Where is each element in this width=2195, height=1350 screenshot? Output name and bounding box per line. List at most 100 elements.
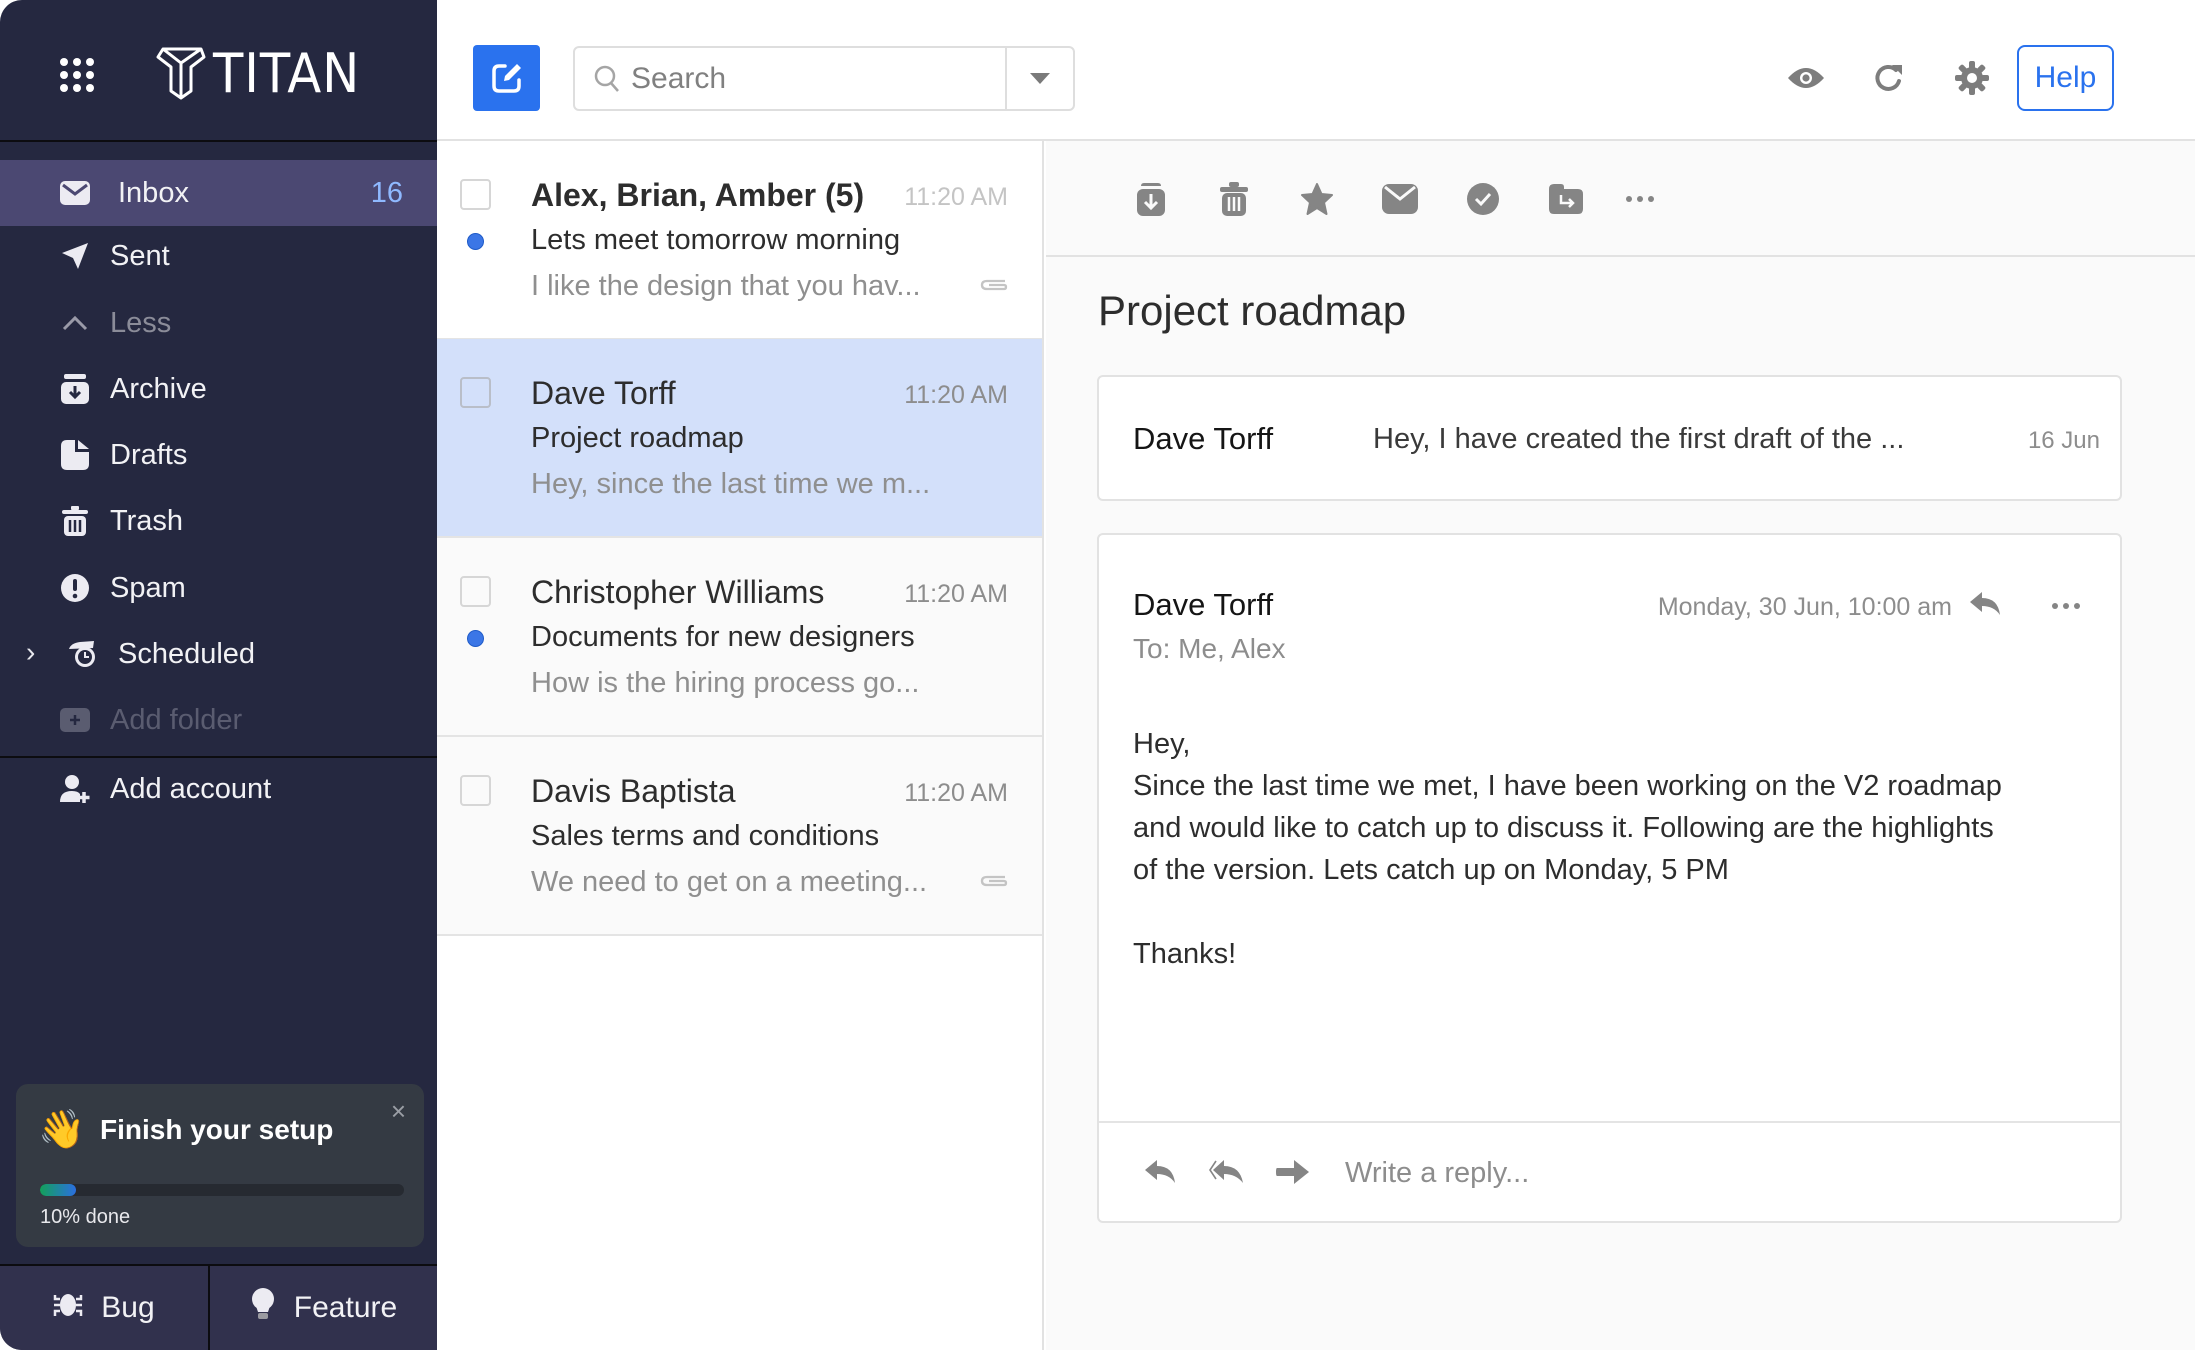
body-line: and would like to catch up to discuss it… [1133,812,1994,844]
message-preview: How is the hiring process go... [531,667,920,699]
body-signoff: Thanks! [1133,938,1237,970]
unread-dot-icon [467,630,484,647]
mark-done-button[interactable] [1463,179,1503,219]
app-grid-icon[interactable] [60,58,94,92]
setup-title: Finish your setup [100,1114,334,1145]
message-subject: Sales terms and conditions [531,820,880,852]
delete-button[interactable] [1214,179,1254,219]
add-folder-icon [60,705,90,735]
feature-label: Feature [293,1291,398,1324]
message-list-item[interactable]: Dave Torff 11:20 AM Project roadmap Hey,… [437,339,1042,538]
lightbulb-icon [250,1287,276,1329]
forward-icon[interactable] [1275,1157,1311,1187]
reply-icon[interactable] [1143,1157,1179,1187]
bug-icon [53,1289,83,1327]
paperclip-icon [980,873,1008,892]
titan-logo: TITAN [155,41,373,105]
select-checkbox[interactable] [460,576,491,607]
sidebar-item-label: Archive [110,372,207,405]
sidebar-item-label: Add folder [110,703,243,736]
message-list-item[interactable]: Alex, Brian, Amber (5) 11:20 AM Lets mee… [437,141,1042,340]
paperclip-icon [980,277,1008,296]
move-to-folder-button[interactable] [1546,179,1586,219]
sidebar-item-inbox[interactable]: Inbox 16 [0,160,437,226]
gear-icon [1955,61,1989,95]
sidebar-item-sent[interactable]: Sent [0,223,437,289]
chevron-up-icon [60,308,90,338]
waving-hand-icon: 👋 [38,1109,86,1151]
archive-button[interactable] [1131,179,1171,219]
chevron-right-icon[interactable]: › [26,636,35,668]
star-button[interactable] [1297,179,1337,219]
sidebar-item-add-account[interactable]: Add account [0,756,437,822]
draft-icon [60,440,90,470]
sidebar-item-trash[interactable]: Trash [0,488,437,554]
mark-unread-button[interactable] [1380,179,1420,219]
sidebar-item-label: Spam [110,571,186,604]
sidebar-item-label: Trash [110,504,184,537]
report-bug-button[interactable]: Bug [0,1266,210,1350]
setup-progress-bar [40,1184,404,1196]
setup-progress-label: 10% done [40,1206,131,1228]
message-preview: We need to get on a meeting... [531,866,928,898]
help-button[interactable]: Help [2017,45,2114,111]
view-toggle-button[interactable] [1784,56,1828,100]
add-user-icon [60,774,90,804]
sidebar-item-spam[interactable]: Spam [0,555,437,621]
select-checkbox[interactable] [460,179,491,210]
message-body: Hey, Since the last time we met, I have … [1133,723,2093,975]
sidebar-item-archive[interactable]: Archive [0,356,437,422]
refresh-button[interactable] [1867,56,1911,100]
alarm-clock-icon [68,639,98,669]
sidebar-item-add-folder[interactable]: Add folder [0,687,437,753]
settings-button[interactable] [1950,56,1994,100]
sidebar-item-label: Sent [110,239,170,272]
sidebar-item-scheduled[interactable]: › Scheduled [0,621,437,687]
more-icon[interactable] [2048,591,2084,621]
select-checkbox[interactable] [460,377,491,408]
compose-button[interactable] [473,45,540,111]
reply-icon[interactable] [1970,591,2006,621]
reply-input[interactable] [1345,1145,2085,1201]
sidebar-footer: Bug Feature [0,1264,437,1350]
sidebar-item-less[interactable]: Less [0,290,437,356]
exclamation-icon [60,573,90,603]
sidebar-item-label: Scheduled [118,637,256,670]
select-checkbox[interactable] [460,775,491,806]
message-preview: I like the design that you hav... [531,270,921,302]
sidebar-item-label: Drafts [110,438,188,471]
collapsed-message[interactable]: Dave Torff Hey, I have created the first… [1097,375,2122,501]
message-time: 11:20 AM [904,183,1008,211]
search-options-dropdown[interactable] [1005,48,1073,109]
envelope-icon [60,178,90,208]
search-icon [593,64,621,99]
search-box [573,46,1075,111]
envelope-icon [1382,184,1418,214]
request-feature-button[interactable]: Feature [210,1266,437,1350]
close-icon[interactable]: × [391,1096,406,1127]
more-options-button[interactable] [1620,179,1660,219]
search-input[interactable] [631,48,1031,109]
app-name: TITAN [213,41,361,105]
paper-plane-icon [60,241,90,271]
refresh-icon [1875,64,1902,91]
message-subject: Documents for new designers [531,621,915,653]
message-date: Monday, 30 Jun, 10:00 am [1657,593,1952,621]
setup-card[interactable]: 👋 Finish your setup × 10% done [16,1084,424,1247]
trash-icon [1220,182,1248,216]
message-sender: Davis Baptista [531,773,736,809]
thread-title: Project roadmap [1098,287,1407,334]
message-list-item[interactable]: Christopher Williams 11:20 AM Documents … [437,538,1042,737]
trash-icon [60,506,90,536]
message-list-item[interactable]: Davis Baptista 11:20 AM Sales terms and … [437,737,1042,936]
message-recipients: To: Me, Alex [1133,633,1286,664]
message-sender: Dave Torff [531,375,676,411]
more-icon [1626,196,1654,202]
message-list: Alex, Brian, Amber (5) 11:20 AM Lets mee… [437,141,1044,1350]
unread-count-badge: 16 [370,176,403,209]
eye-icon [1788,68,1824,88]
unread-dot-icon [467,233,484,250]
sidebar-item-drafts[interactable]: Drafts [0,422,437,488]
reply-all-icon[interactable] [1209,1157,1245,1187]
message-sender: Alex, Brian, Amber (5) [531,177,865,213]
